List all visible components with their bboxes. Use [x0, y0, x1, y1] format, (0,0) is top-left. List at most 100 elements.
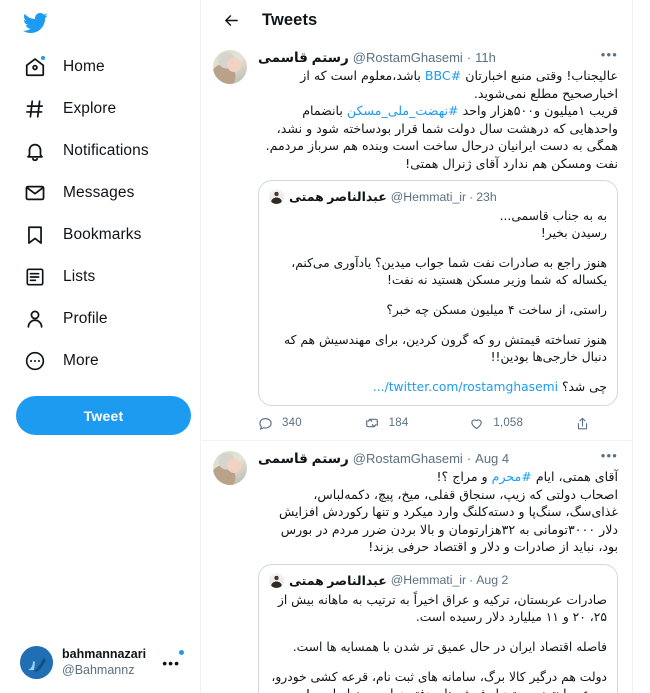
- like-button[interactable]: 1,058: [469, 416, 575, 431]
- share-button[interactable]: [575, 416, 590, 431]
- quoted-author-name: عبدالناصر همتی: [289, 190, 387, 204]
- quoted-paragraph: به به جناب قاسمی... رسیدن بخیر!: [499, 209, 607, 240]
- list-icon: [22, 264, 48, 290]
- like-count: 1,058: [493, 417, 524, 429]
- quoted-paragraph: راستی، از ساخت ۴ میلیون مسکن چه خبر؟: [386, 303, 607, 317]
- quoted-tweet-text: صادرات عربستان، ترکیه و عراق اخیراً به ت…: [269, 592, 607, 693]
- tweet-author-handle[interactable]: @RostamGhasemi: [353, 450, 463, 467]
- sidebar-item-notifications-label: Notifications: [63, 142, 149, 159]
- tweet-button[interactable]: Tweet: [16, 396, 191, 435]
- page-header: Tweets: [201, 0, 632, 40]
- quoted-tweet-header: عبدالناصر همتی @Hemmati_ir · 23h: [269, 188, 607, 205]
- quoted-paragraph: هنوز راجع به صادرات نفت شما جواب میدین؟ …: [291, 256, 607, 287]
- timeline-column: Tweets رستم قاسمی @RostamGhasemi · 11h •…: [200, 0, 633, 693]
- reply-count: 340: [282, 417, 302, 429]
- sidebar-item-messages[interactable]: Messages: [14, 172, 190, 214]
- avatar[interactable]: [213, 50, 247, 84]
- more-circle-icon: [22, 348, 48, 374]
- tweet-text-part: نفت ومسکن هم ندارد آقای ژنرال همتی!: [405, 155, 618, 171]
- account-names: bahmannazari @Bahmannz: [62, 647, 146, 678]
- tweet-actions: 340 184 1,058: [258, 415, 618, 431]
- tweet-text: آقای همتی، ایام #محرم و مراج ؟! اصحاب دو…: [258, 468, 618, 556]
- sidebar-item-lists-label: Lists: [63, 268, 96, 285]
- account-switcher[interactable]: bahmannazari @Bahmannz •••: [14, 640, 190, 685]
- twitter-app: Home Explore Notifications Messages Book…: [0, 0, 650, 693]
- quoted-timestamp: 23h: [476, 189, 497, 204]
- hashtag-link[interactable]: #نهضت_ملی_مسکن: [347, 103, 459, 118]
- twitter-logo[interactable]: [14, 2, 190, 44]
- primary-sidebar: Home Explore Notifications Messages Book…: [0, 0, 200, 693]
- quoted-tweet-text: به به جناب قاسمی... رسیدن بخیر! هنوز راج…: [269, 208, 607, 396]
- account-display-name: bahmannazari: [62, 647, 147, 662]
- tweet-text-part: اصحاب دولتی که زیپ، سنجاق قفلی، میخ، پیچ…: [279, 486, 618, 555]
- tweet-timestamp[interactable]: Aug 4: [475, 450, 509, 467]
- sidebar-item-explore-label: Explore: [63, 100, 117, 117]
- sidebar-item-profile[interactable]: Profile: [14, 298, 190, 340]
- page-title: Tweets: [262, 10, 318, 29]
- tweet-header: رستم قاسمی @RostamGhasemi · 11h •••: [258, 48, 618, 66]
- quoted-last-line: چی شد؟ .../twitter.com/rostamghasemi: [269, 379, 607, 396]
- tweet-author-name[interactable]: رستم قاسمی: [258, 49, 349, 66]
- home-icon: [22, 54, 48, 80]
- avatar: [269, 572, 284, 588]
- tweet-more-icon[interactable]: •••: [601, 449, 618, 463]
- account-more-dots: •••: [162, 654, 180, 671]
- quoted-paragraph: هنوز تساخته قیمتش رو که گرون کردین، برای…: [284, 333, 607, 364]
- tweet-separator-dot: ·: [466, 49, 472, 65]
- quoted-last-text: چی شد؟: [558, 380, 607, 394]
- sidebar-item-more-label: More: [63, 352, 99, 369]
- quoted-url-link[interactable]: .../twitter.com/rostamghasemi: [373, 380, 558, 394]
- quoted-paragraph: فاصله اقتصاد ایران در حال عمیق تر شدن با…: [292, 639, 607, 654]
- quoted-tweet[interactable]: عبدالناصر همتی @Hemmati_ir · Aug 2 صادرا…: [258, 563, 618, 693]
- retweet-count: 184: [388, 417, 409, 429]
- tweet-more-icon[interactable]: •••: [601, 48, 618, 62]
- account-handle: @Bahmannz: [62, 662, 135, 677]
- tweet-timestamp[interactable]: 11h: [475, 49, 496, 66]
- quoted-paragraph: دولت هم درگیر کالا برگ، سامانه های ثبت ن…: [271, 669, 607, 693]
- hashtag-link[interactable]: #BBC: [425, 68, 461, 83]
- sidebar-item-home-label: Home: [63, 58, 105, 75]
- quoted-author-handle: @Hemmati_ir: [390, 189, 467, 204]
- tweet-author-name[interactable]: رستم قاسمی: [258, 450, 349, 467]
- tweet-avatar-col: [213, 449, 249, 693]
- sidebar-item-notifications[interactable]: Notifications: [14, 130, 190, 172]
- tweet-avatar-col: [213, 48, 249, 436]
- tweet-text-part: عالیجناب! وقتی منبع اخبارتان: [461, 68, 618, 83]
- retweet-button[interactable]: 184: [364, 415, 470, 431]
- hashtag-link[interactable]: #محرم: [492, 469, 532, 484]
- right-rail: [633, 0, 650, 693]
- quoted-paragraph: صادرات عربستان، ترکیه و عراق اخیراً به ت…: [277, 592, 607, 624]
- sidebar-item-bookmarks-label: Bookmarks: [63, 226, 142, 243]
- bookmark-icon: [22, 222, 48, 248]
- sidebar-item-bookmarks[interactable]: Bookmarks: [14, 214, 190, 256]
- home-badge-dot: [40, 55, 46, 61]
- quoted-separator-dot: ·: [469, 573, 474, 587]
- sidebar-item-lists[interactable]: Lists: [14, 256, 190, 298]
- tweet-author-handle[interactable]: @RostamGhasemi: [353, 49, 463, 66]
- quoted-tweet[interactable]: عبدالناصر همتی @Hemmati_ir · 23h به به ج…: [258, 180, 618, 406]
- tweet-header: رستم قاسمی @RostamGhasemi · Aug 4 •••: [258, 449, 618, 467]
- person-icon: [22, 306, 48, 332]
- envelope-icon: [22, 180, 48, 206]
- bell-icon: [22, 138, 48, 164]
- sidebar-item-more[interactable]: More: [14, 340, 190, 382]
- tweet-separator-dot: ·: [466, 450, 472, 466]
- reply-button[interactable]: 340: [258, 416, 364, 431]
- quoted-separator-dot: ·: [469, 189, 474, 204]
- sidebar-item-home[interactable]: Home: [14, 46, 190, 88]
- quoted-author-handle: @Hemmati_ir: [390, 573, 467, 587]
- account-notification-dot: [179, 649, 184, 655]
- tweet-text-part: قریب ۱میلیون و۵۰۰هزار واحد: [458, 103, 618, 118]
- quoted-tweet-header: عبدالناصر همتی @Hemmati_ir · Aug 2: [269, 572, 607, 589]
- back-arrow-icon[interactable]: [217, 6, 245, 34]
- account-more-icon[interactable]: •••: [162, 649, 184, 671]
- avatar: [20, 646, 53, 679]
- avatar[interactable]: [213, 451, 247, 485]
- quoted-timestamp: Aug 2: [476, 573, 509, 587]
- tweet-item[interactable]: رستم قاسمی @RostamGhasemi · Aug 4 ••• آق…: [201, 441, 632, 693]
- hashtag-icon: [22, 96, 48, 122]
- tweet-item[interactable]: رستم قاسمی @RostamGhasemi · 11h ••• عالی…: [201, 40, 632, 441]
- sidebar-item-explore[interactable]: Explore: [14, 88, 190, 130]
- tweet-text-part: و مراج ؟!: [436, 469, 492, 484]
